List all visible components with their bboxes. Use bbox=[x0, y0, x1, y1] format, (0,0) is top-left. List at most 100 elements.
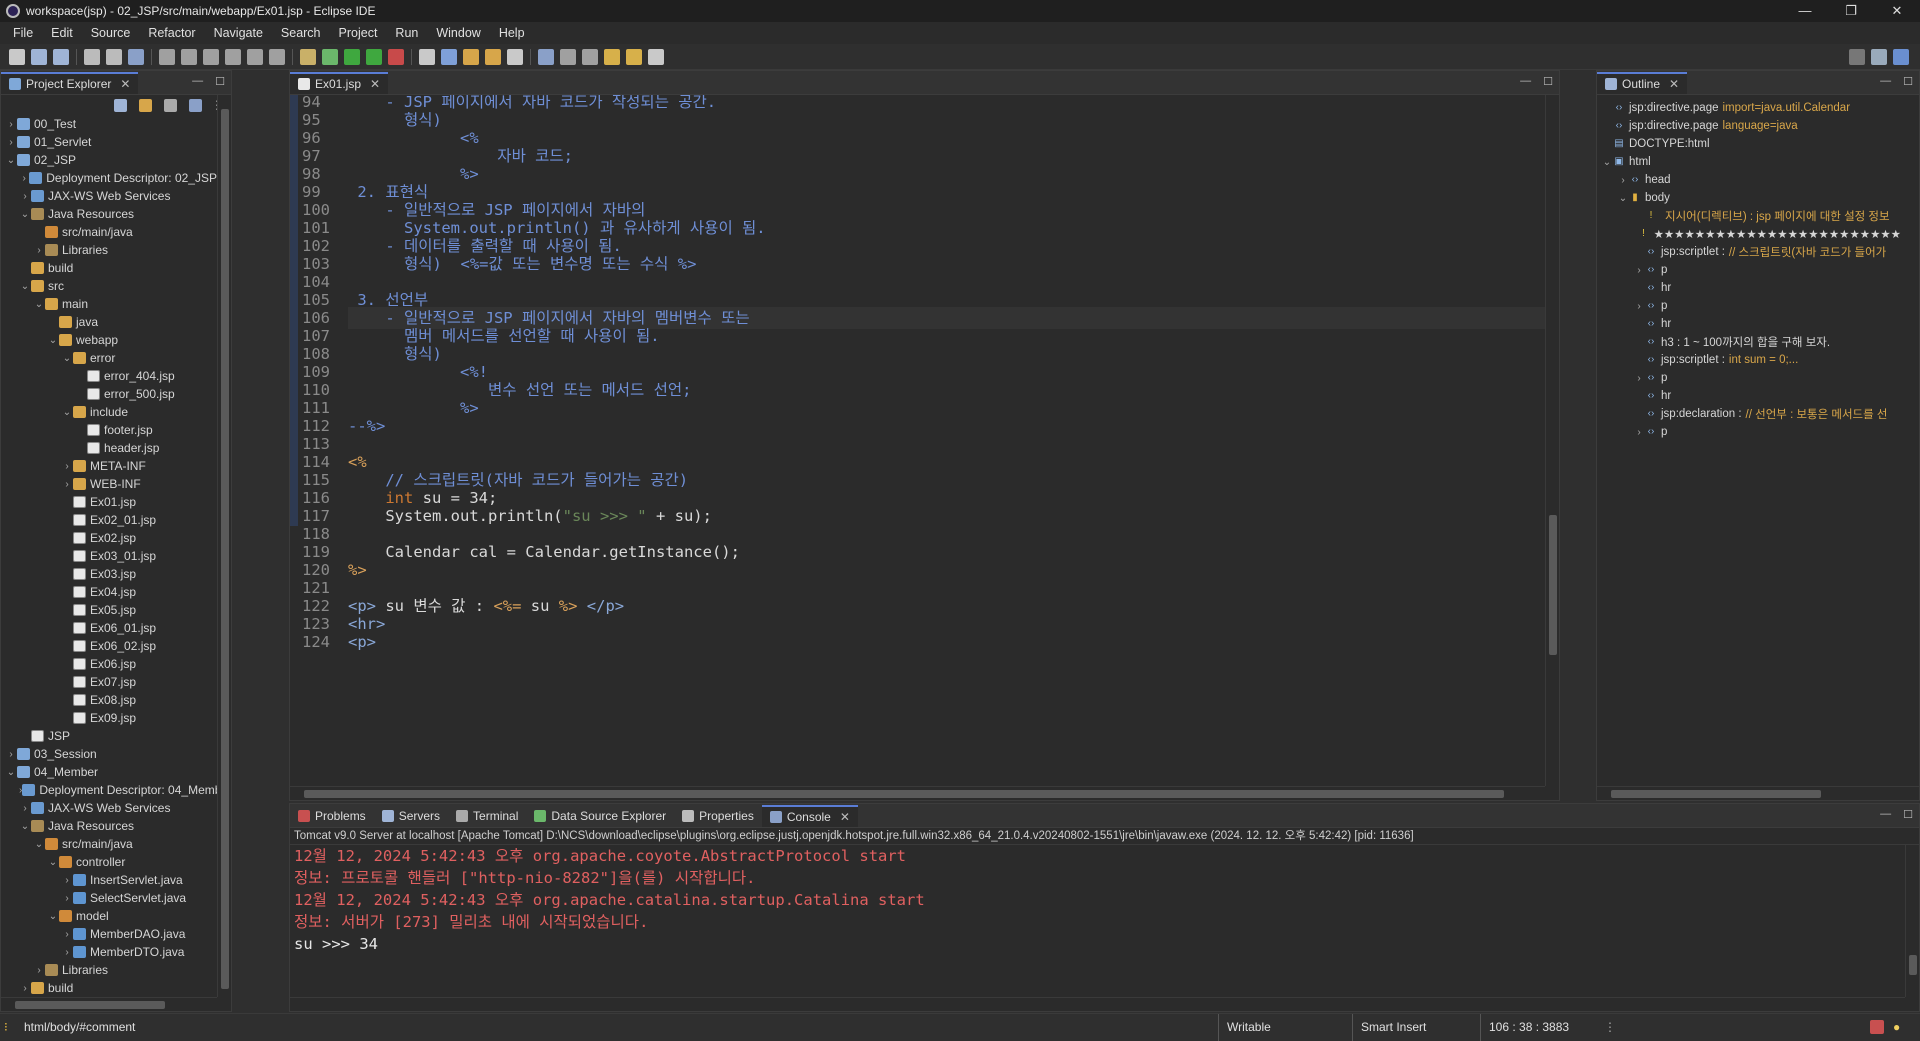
expand-arrow-icon[interactable]: ⌄ bbox=[33, 299, 45, 310]
expand-arrow-icon[interactable]: › bbox=[1633, 427, 1645, 438]
scroll-thumb[interactable] bbox=[304, 790, 1504, 798]
resume-icon[interactable] bbox=[159, 48, 175, 65]
tab-terminal[interactable]: Terminal bbox=[448, 805, 526, 827]
tree-item[interactable]: ⌄ include bbox=[1, 403, 217, 421]
expand-arrow-icon[interactable]: › bbox=[5, 749, 17, 760]
scroll-thumb[interactable] bbox=[221, 109, 229, 989]
close-window-button[interactable]: ✕ bbox=[1874, 0, 1920, 22]
toggle-mark-icon[interactable] bbox=[300, 48, 316, 65]
expand-arrow-icon[interactable]: ⌄ bbox=[61, 407, 73, 418]
expand-arrow-icon[interactable]: › bbox=[33, 965, 45, 976]
outline-item[interactable]: › ‹› p bbox=[1597, 423, 1905, 441]
menu-run[interactable]: Run bbox=[386, 26, 427, 40]
terminate-icon[interactable] bbox=[203, 48, 219, 65]
tree-item[interactable]: Ex03.jsp bbox=[1, 565, 217, 583]
expand-arrow-icon[interactable]: ⌄ bbox=[47, 335, 59, 346]
expand-arrow-icon[interactable]: › bbox=[19, 173, 29, 184]
maximize-view-icon[interactable]: ☐ bbox=[1543, 75, 1553, 88]
close-icon[interactable]: ✕ bbox=[840, 810, 850, 824]
tree-item[interactable]: error_404.jsp bbox=[1, 367, 217, 385]
tab-ex01-jsp[interactable]: Ex01.jsp ✕ bbox=[290, 72, 389, 94]
tree-item[interactable]: › Libraries bbox=[1, 241, 217, 259]
focus-icon[interactable] bbox=[189, 98, 202, 112]
outline-item[interactable]: ▤ DOCTYPE:html bbox=[1597, 135, 1905, 153]
menu-search[interactable]: Search bbox=[272, 26, 330, 40]
tree-item[interactable]: ⌄ error bbox=[1, 349, 217, 367]
expand-arrow-icon[interactable]: › bbox=[61, 893, 73, 904]
expand-arrow-icon[interactable]: ⌄ bbox=[1601, 157, 1613, 168]
expand-arrow-icon[interactable]: › bbox=[61, 479, 73, 490]
tree-item[interactable]: ⌄ 02_JSP bbox=[1, 151, 217, 169]
collapse-all-icon[interactable] bbox=[114, 98, 127, 112]
outline-item[interactable]: ‹› jsp:declaration :// 선언부 : 보통은 메서드를 선 bbox=[1597, 405, 1905, 423]
tree-item[interactable]: build bbox=[1, 259, 217, 277]
outline-item[interactable]: › ‹› p bbox=[1597, 297, 1905, 315]
explorer-horizontal-scrollbar[interactable] bbox=[1, 997, 217, 1011]
tree-item[interactable]: › META-INF bbox=[1, 457, 217, 475]
tree-item[interactable]: › MemberDAO.java bbox=[1, 925, 217, 943]
tree-item[interactable]: Ex06.jsp bbox=[1, 655, 217, 673]
outline-item[interactable]: ⌄ ▣ html bbox=[1597, 153, 1905, 171]
tree-item[interactable]: ⌄ model bbox=[1, 907, 217, 925]
tree-item[interactable]: Ex06_02.jsp bbox=[1, 637, 217, 655]
pin-editor-icon[interactable] bbox=[648, 48, 664, 65]
step-into-icon[interactable] bbox=[247, 48, 263, 65]
tree-item[interactable]: › SelectServlet.java bbox=[1, 889, 217, 907]
outline-item[interactable]: ! ★★★★★★★★★★★★★★★★★★★★★★★★ bbox=[1597, 225, 1905, 243]
menu-project[interactable]: Project bbox=[330, 26, 387, 40]
restore-button[interactable]: ❐ bbox=[1828, 0, 1874, 22]
expand-arrow-icon[interactable]: › bbox=[1617, 175, 1629, 186]
close-icon[interactable]: ✕ bbox=[370, 77, 380, 91]
forward-icon[interactable] bbox=[626, 48, 642, 65]
next-annotation-icon[interactable] bbox=[582, 48, 598, 65]
debug-icon[interactable] bbox=[322, 48, 338, 65]
outline-item[interactable]: ‹› jsp:scriptlet :// 스크립트릿(자바 코드가 들어가 bbox=[1597, 243, 1905, 261]
filter-icon[interactable] bbox=[164, 98, 177, 112]
menu-source[interactable]: Source bbox=[82, 26, 140, 40]
tree-item[interactable]: ⌄ webapp bbox=[1, 331, 217, 349]
console-vertical-scrollbar[interactable] bbox=[1905, 845, 1919, 997]
outline-item[interactable]: › ‹› p bbox=[1597, 369, 1905, 387]
tree-item[interactable]: ⌄ Java Resources bbox=[1, 817, 217, 835]
tree-item[interactable]: error_500.jsp bbox=[1, 385, 217, 403]
tree-item[interactable]: Ex05.jsp bbox=[1, 601, 217, 619]
expand-arrow-icon[interactable]: ⌄ bbox=[33, 839, 45, 850]
outline-item[interactable]: ‹› jsp:directive.page import=java.util.Cal… bbox=[1597, 99, 1905, 117]
tree-item[interactable]: Ex06_01.jsp bbox=[1, 619, 217, 637]
expand-arrow-icon[interactable]: › bbox=[61, 875, 73, 886]
menu-window[interactable]: Window bbox=[427, 26, 489, 40]
tree-item[interactable]: Ex01.jsp bbox=[1, 493, 217, 511]
tree-item[interactable]: Ex02.jsp bbox=[1, 529, 217, 547]
open-perspective-icon[interactable] bbox=[1871, 48, 1887, 65]
expand-arrow-icon[interactable]: ⌄ bbox=[19, 821, 31, 832]
menu-refactor[interactable]: Refactor bbox=[139, 26, 204, 40]
tree-item[interactable]: › 01_Servlet bbox=[1, 133, 217, 151]
expand-arrow-icon[interactable]: ⌄ bbox=[61, 353, 73, 364]
tree-item[interactable]: JSP bbox=[1, 727, 217, 745]
tree-item[interactable]: › WEB-INF bbox=[1, 475, 217, 493]
tree-item[interactable]: › build bbox=[1, 979, 217, 997]
tree-item[interactable]: ⌄ src/main/java bbox=[1, 835, 217, 853]
outline-item[interactable]: ‹› jsp:directive.page language=java bbox=[1597, 117, 1905, 135]
tree-item[interactable]: ⌄ src bbox=[1, 277, 217, 295]
scroll-thumb[interactable] bbox=[1611, 790, 1821, 798]
back-icon[interactable] bbox=[604, 48, 620, 65]
tree-item[interactable]: Ex08.jsp bbox=[1, 691, 217, 709]
tree-item[interactable]: ⌄ controller bbox=[1, 853, 217, 871]
tree-item[interactable]: › JAX-WS Web Services bbox=[1, 187, 217, 205]
run-icon[interactable] bbox=[344, 48, 360, 65]
code-line[interactable]: <p> bbox=[348, 631, 1545, 653]
code-lines[interactable]: - JSP 페이지에서 자바 코드가 작성되는 공간. 형식) <% 자바 코드… bbox=[348, 95, 1545, 786]
open-folder-icon[interactable] bbox=[485, 48, 501, 65]
minimize-view-icon[interactable]: — bbox=[1880, 75, 1891, 88]
tab-problems[interactable]: Problems bbox=[290, 805, 374, 827]
outline-item[interactable]: › ‹› p bbox=[1597, 261, 1905, 279]
tree-item[interactable]: java bbox=[1, 313, 217, 331]
minimize-view-icon[interactable]: — bbox=[1880, 808, 1891, 821]
new-icon[interactable] bbox=[9, 48, 25, 65]
new-class-icon[interactable] bbox=[441, 48, 457, 65]
expand-arrow-icon[interactable]: ⌄ bbox=[47, 857, 59, 868]
tree-item[interactable]: ⌄ main bbox=[1, 295, 217, 313]
minimize-button[interactable]: — bbox=[1782, 0, 1828, 22]
outline-item[interactable]: ⌄ ▮ body bbox=[1597, 189, 1905, 207]
